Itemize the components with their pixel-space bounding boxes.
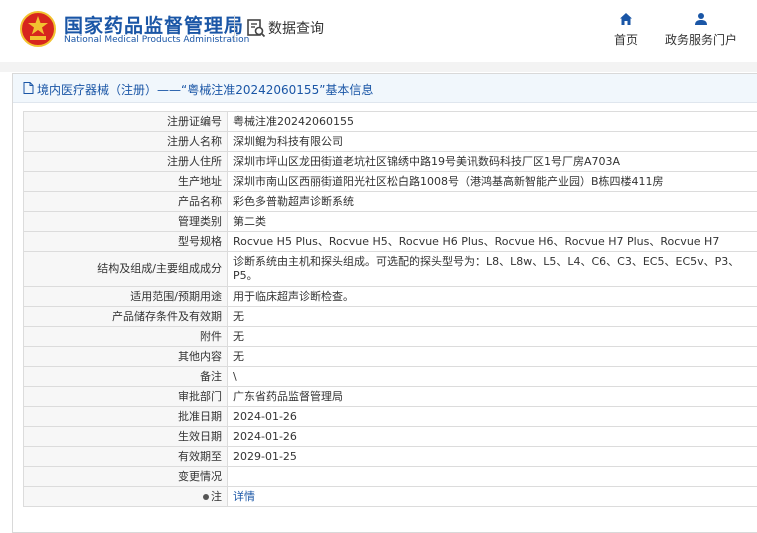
field-label: 生效日期 bbox=[24, 427, 228, 447]
field-value: 无 bbox=[228, 327, 757, 347]
national-emblem-icon bbox=[20, 11, 56, 47]
field-value: 深圳市坪山区龙田街道老坑社区锦绣中路19号美讯数码科技厂区1号厂房A703A bbox=[228, 152, 757, 172]
header-divider bbox=[234, 15, 235, 41]
field-label: 结构及组成/主要组成成分 bbox=[24, 252, 228, 287]
info-dot-icon bbox=[203, 494, 209, 500]
site-title-english: National Medical Products Administration bbox=[64, 35, 249, 45]
table-row: 变更情况 bbox=[24, 467, 757, 487]
site-title[interactable]: 国家药品监督管理局 bbox=[64, 11, 244, 38]
field-label: 生产地址 bbox=[24, 172, 228, 192]
table-row: 型号规格Rocvue H5 Plus、Rocvue H5、Rocvue H6 P… bbox=[24, 232, 757, 252]
table-row: 批准日期2024-01-26 bbox=[24, 407, 757, 427]
field-label: 备注 bbox=[24, 367, 228, 387]
field-value: 2029-01-25 bbox=[228, 447, 757, 467]
field-value: 第二类 bbox=[228, 212, 757, 232]
field-value: 广东省药品监督管理局 bbox=[228, 387, 757, 407]
field-value: 诊断系统由主机和探头组成。可选配的探头型号为：L8、L8w、L5、L4、C6、C… bbox=[228, 252, 757, 287]
table-row: 生产地址深圳市南山区西丽街道阳光社区松白路1008号（港鸿基高新智能产业园）B栋… bbox=[24, 172, 757, 192]
field-value: 粤械注准20242060155 bbox=[228, 112, 757, 132]
table-row: 管理类别第二类 bbox=[24, 212, 757, 232]
table-row: 注册人名称深圳鲲为科技有限公司 bbox=[24, 132, 757, 152]
field-value: 用于临床超声诊断检查。 bbox=[228, 287, 757, 307]
note-label: 注 bbox=[211, 490, 222, 503]
field-value: 无 bbox=[228, 347, 757, 367]
field-label: 注册人住所 bbox=[24, 152, 228, 172]
field-value: 深圳市南山区西丽街道阳光社区松白路1008号（港鸿基高新智能产业园）B栋四楼41… bbox=[228, 172, 757, 192]
field-value: 无 bbox=[228, 307, 757, 327]
nav-home[interactable]: 首页 bbox=[606, 12, 646, 48]
document-icon bbox=[23, 82, 34, 94]
field-label: 注册证编号 bbox=[24, 112, 228, 132]
table-row: 附件无 bbox=[24, 327, 757, 347]
field-label: 型号规格 bbox=[24, 232, 228, 252]
field-label: 附件 bbox=[24, 327, 228, 347]
table-row: 注册证编号粤械注准20242060155 bbox=[24, 112, 757, 132]
field-label: 批准日期 bbox=[24, 407, 228, 427]
detail-panel: 境内医疗器械（注册）——“粤械注准20242060155”基本信息 注册证编号粤… bbox=[12, 73, 757, 533]
header-separator bbox=[0, 62, 757, 72]
field-label: 产品名称 bbox=[24, 192, 228, 212]
field-label: 变更情况 bbox=[24, 467, 228, 487]
table-row: 产品名称彩色多普勒超声诊断系统 bbox=[24, 192, 757, 212]
table-row: 产品储存条件及有效期无 bbox=[24, 307, 757, 327]
field-label: 有效期至 bbox=[24, 447, 228, 467]
field-label: 产品储存条件及有效期 bbox=[24, 307, 228, 327]
field-value: 2024-01-26 bbox=[228, 427, 757, 447]
home-icon bbox=[619, 12, 633, 26]
nav-service-portal[interactable]: 政务服务门户 bbox=[660, 12, 742, 48]
table-row: 注册人住所深圳市坪山区龙田街道老坑社区锦绣中路19号美讯数码科技厂区1号厂房A7… bbox=[24, 152, 757, 172]
table-row: 结构及组成/主要组成成分诊断系统由主机和探头组成。可选配的探头型号为：L8、L8… bbox=[24, 252, 757, 287]
field-value: 深圳鲲为科技有限公司 bbox=[228, 132, 757, 152]
table-row: 注详情 bbox=[24, 487, 757, 507]
field-value: Rocvue H5 Plus、Rocvue H5、Rocvue H6 Plus、… bbox=[228, 232, 757, 252]
user-icon bbox=[694, 12, 708, 26]
table-row: 其他内容无 bbox=[24, 347, 757, 367]
table-row: 有效期至2029-01-25 bbox=[24, 447, 757, 467]
field-label: 注 bbox=[24, 487, 228, 507]
field-label: 审批部门 bbox=[24, 387, 228, 407]
table-row: 审批部门广东省药品监督管理局 bbox=[24, 387, 757, 407]
field-label: 注册人名称 bbox=[24, 132, 228, 152]
field-label: 适用范围/预期用途 bbox=[24, 287, 228, 307]
field-value bbox=[228, 467, 757, 487]
details-link[interactable]: 详情 bbox=[233, 490, 255, 503]
nav-home-label: 首页 bbox=[614, 33, 638, 47]
nav-portal-label: 政务服务门户 bbox=[665, 33, 737, 47]
field-value: 详情 bbox=[228, 487, 757, 507]
breadcrumb: 境内医疗器械（注册）——“粤械注准20242060155”基本信息 bbox=[13, 74, 757, 103]
field-value: \ bbox=[228, 367, 757, 387]
field-label: 其他内容 bbox=[24, 347, 228, 367]
data-query-label[interactable]: 数据查询 bbox=[268, 18, 324, 38]
field-value: 2024-01-26 bbox=[228, 407, 757, 427]
data-query-icon bbox=[246, 18, 266, 38]
field-label: 管理类别 bbox=[24, 212, 228, 232]
breadcrumb-text: 境内医疗器械（注册）——“粤械注准20242060155”基本信息 bbox=[37, 81, 373, 98]
info-table: 注册证编号粤械注准20242060155注册人名称深圳鲲为科技有限公司注册人住所… bbox=[23, 111, 757, 507]
site-header: 国家药品监督管理局 National Medical Products Admi… bbox=[0, 0, 757, 62]
table-row: 适用范围/预期用途用于临床超声诊断检查。 bbox=[24, 287, 757, 307]
field-value: 彩色多普勒超声诊断系统 bbox=[228, 192, 757, 212]
table-row: 生效日期2024-01-26 bbox=[24, 427, 757, 447]
table-row: 备注\ bbox=[24, 367, 757, 387]
